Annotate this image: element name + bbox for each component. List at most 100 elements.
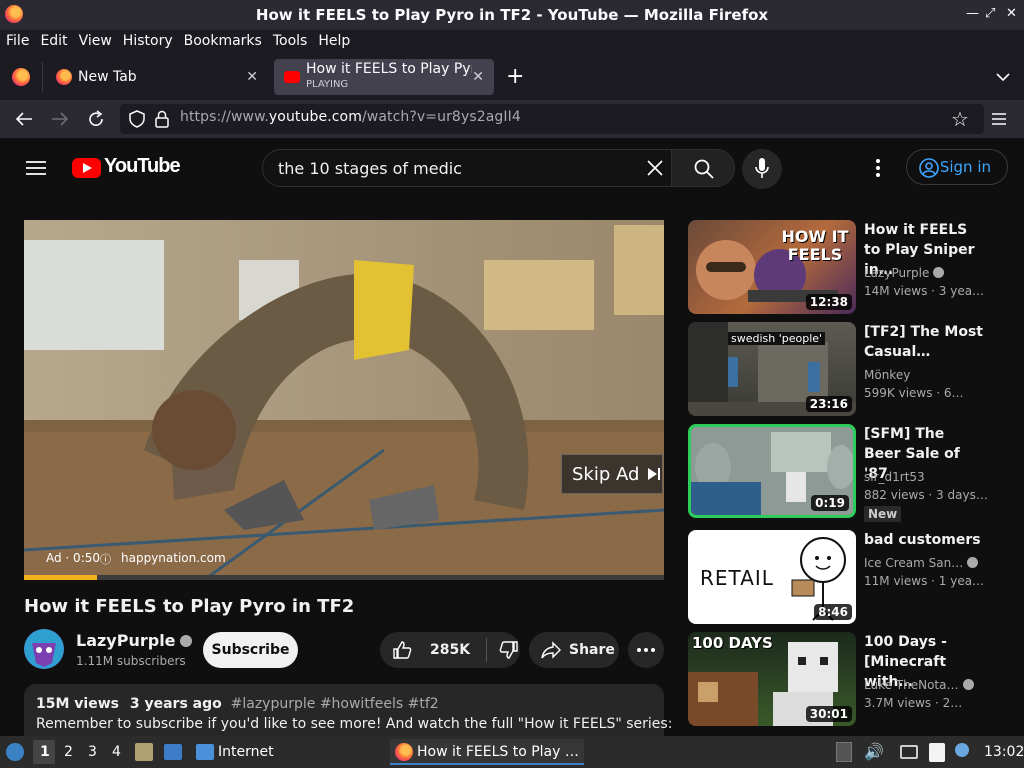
- like-count[interactable]: 285K: [430, 642, 470, 658]
- new-tab-plus-icon[interactable]: +: [506, 64, 524, 89]
- menu-tools[interactable]: Tools: [273, 33, 308, 49]
- ad-info-text: Ad · 0:50: [46, 551, 101, 565]
- url-host: youtube.com: [268, 109, 362, 125]
- recommendation-channel[interactable]: Luke TheNota…: [864, 678, 974, 692]
- workspace-3[interactable]: 3: [88, 744, 97, 760]
- menu-file[interactable]: File: [6, 33, 29, 49]
- recommendation-thumbnail[interactable]: 100 DAYS 30:01: [688, 632, 856, 726]
- subscribe-button[interactable]: Subscribe: [203, 632, 298, 668]
- recommendation-item[interactable]: HOW IT FEELS 12:38 How it FEELS to Play …: [688, 220, 1024, 314]
- hashtags[interactable]: #lazypurple #howitfeels #tf2: [231, 696, 439, 712]
- clipboard-icon[interactable]: [929, 743, 945, 762]
- recommendation-item[interactable]: 100 DAYS 30:01 100 Days - [Minecraft wit…: [688, 632, 1024, 726]
- tab-divider: [42, 62, 43, 92]
- hamburger-menu-icon[interactable]: [992, 112, 1006, 126]
- recommendation-channel[interactable]: sir_d1rt53: [864, 470, 925, 484]
- like-dislike-group: 285K: [380, 632, 520, 668]
- bookmark-star-icon[interactable]: ☆: [951, 107, 969, 131]
- youtube-page: YouTube the 10 stages of medic Sign in S…: [0, 138, 1024, 736]
- advertiser-link[interactable]: happynation.com: [121, 551, 226, 565]
- menu-history[interactable]: History: [123, 33, 173, 49]
- like-divider: [486, 638, 488, 662]
- youtube-logo-icon[interactable]: [72, 158, 101, 178]
- start-menu-icon[interactable]: [6, 743, 24, 761]
- recommendation-title[interactable]: [TF2] The Most Casual…: [864, 322, 984, 362]
- recommendation-item[interactable]: 0:19 [SFM] The Beer Sale of '87 sir_d1rt…: [688, 424, 1024, 522]
- reload-icon[interactable]: [87, 110, 105, 128]
- minimize-window-icon[interactable]: —: [966, 6, 979, 21]
- recommendation-thumbnail[interactable]: RETAIL 8:46: [688, 530, 856, 624]
- forward-arrow-icon[interactable]: [51, 111, 69, 127]
- tray-scroll-icon[interactable]: [836, 742, 852, 762]
- maximize-window-icon[interactable]: ⤢: [985, 6, 995, 21]
- recommendation-meta: 599K views · 6…: [864, 386, 964, 400]
- info-circle-icon[interactable]: ⓘ: [100, 551, 111, 567]
- share-label: Share: [569, 642, 615, 658]
- voice-search-button[interactable]: [742, 149, 782, 189]
- more-options-vertical-icon[interactable]: [876, 159, 880, 177]
- menu-edit[interactable]: Edit: [40, 33, 67, 49]
- tab-new-tab[interactable]: New Tab ✕: [46, 59, 268, 95]
- updates-notification-icon[interactable]: [955, 743, 969, 757]
- firefox-favicon-icon: [56, 69, 72, 85]
- tracking-protection-shield-icon[interactable]: [129, 110, 145, 128]
- back-arrow-icon[interactable]: [15, 111, 33, 127]
- menu-view[interactable]: View: [79, 33, 112, 49]
- recommendation-item[interactable]: swedish 'people' 23:16 [TF2] The Most Ca…: [688, 322, 1024, 416]
- workspace-2[interactable]: 2: [64, 744, 73, 760]
- thumbs-up-icon[interactable]: [392, 640, 412, 660]
- firefox-view-icon[interactable]: [12, 68, 30, 86]
- display-icon[interactable]: [900, 745, 918, 759]
- clock[interactable]: 13:02: [984, 744, 1024, 760]
- recommendation-channel[interactable]: Ice Cream San…: [864, 556, 979, 570]
- tab-label: New Tab: [78, 69, 137, 85]
- show-desktop-icon[interactable]: [164, 744, 182, 760]
- thumbs-down-icon[interactable]: [499, 640, 519, 660]
- workspace-1[interactable]: 1: [40, 744, 50, 760]
- recommendation-thumbnail[interactable]: swedish 'people' 23:16: [688, 322, 856, 416]
- search-box[interactable]: the 10 stages of medic: [262, 149, 672, 187]
- close-window-icon[interactable]: ✕: [1006, 6, 1017, 21]
- menu-help[interactable]: Help: [318, 33, 350, 49]
- window-title: How it FEELS to Play Pyro in TF2 - YouTu…: [255, 6, 769, 24]
- close-tab-icon[interactable]: ✕: [472, 69, 484, 85]
- youtube-logo-text[interactable]: YouTube: [104, 155, 181, 178]
- channel-avatar[interactable]: [24, 629, 64, 669]
- share-button[interactable]: Share: [529, 632, 619, 668]
- search-button[interactable]: [671, 149, 735, 187]
- internet-label[interactable]: Internet: [218, 744, 274, 760]
- subscriber-count: 1.11M subscribers: [76, 654, 186, 668]
- recommendation-item[interactable]: RETAIL 8:46 bad customers Ice Cream San……: [688, 530, 1024, 624]
- recommendation-channel-text: Ice Cream San…: [864, 556, 964, 570]
- recommendation-thumbnail[interactable]: HOW IT FEELS 12:38: [688, 220, 856, 314]
- volume-icon[interactable]: 🔊: [864, 742, 884, 761]
- url-text[interactable]: https://www.youtube.com/watch?v=ur8ys2ag…: [180, 109, 521, 125]
- more-actions-button[interactable]: [628, 632, 664, 668]
- recommendation-meta: 882 views · 3 days…: [864, 488, 988, 502]
- description-box[interactable]: 15M views 3 years ago #lazypurple #howit…: [24, 684, 672, 736]
- file-manager-icon[interactable]: [135, 743, 153, 761]
- recommendation-title[interactable]: bad customers: [864, 530, 984, 550]
- skip-ad-button[interactable]: Skip Ad: [561, 454, 663, 494]
- video-player[interactable]: Skip Ad Ad · 0:50 ⓘ happynation.com: [24, 220, 664, 580]
- tab-youtube-video[interactable]: How it FEELS to Play Pyro in TF2 PLAYING…: [274, 59, 494, 95]
- guide-menu-icon[interactable]: [26, 160, 46, 176]
- recommendation-channel-text: LazyPurple: [864, 266, 930, 280]
- menu-bookmarks[interactable]: Bookmarks: [184, 33, 262, 49]
- taskbar-active-window[interactable]: How it FEELS to Play …: [390, 739, 584, 765]
- recommendation-channel[interactable]: Mönkey: [864, 368, 910, 382]
- list-all-tabs-chevron-icon[interactable]: [996, 72, 1010, 82]
- channel-name[interactable]: LazyPurple: [76, 631, 192, 650]
- recommendation-thumbnail[interactable]: 0:19: [688, 424, 856, 518]
- search-input[interactable]: the 10 stages of medic: [278, 159, 462, 178]
- workspace-4[interactable]: 4: [112, 744, 121, 760]
- lock-icon[interactable]: [155, 110, 169, 128]
- more-horizontal-icon: [637, 648, 655, 652]
- desktop-taskbar: 1 2 3 4 Internet How it FEELS to Play … …: [0, 736, 1024, 768]
- recommendation-channel[interactable]: LazyPurple: [864, 266, 945, 280]
- navigation-toolbar: https://www.youtube.com/watch?v=ur8ys2ag…: [0, 100, 1024, 138]
- sign-in-button[interactable]: Sign in: [906, 149, 1008, 185]
- clear-search-icon[interactable]: [647, 160, 663, 176]
- internet-folder-icon[interactable]: [196, 744, 214, 760]
- close-tab-icon[interactable]: ✕: [246, 69, 258, 85]
